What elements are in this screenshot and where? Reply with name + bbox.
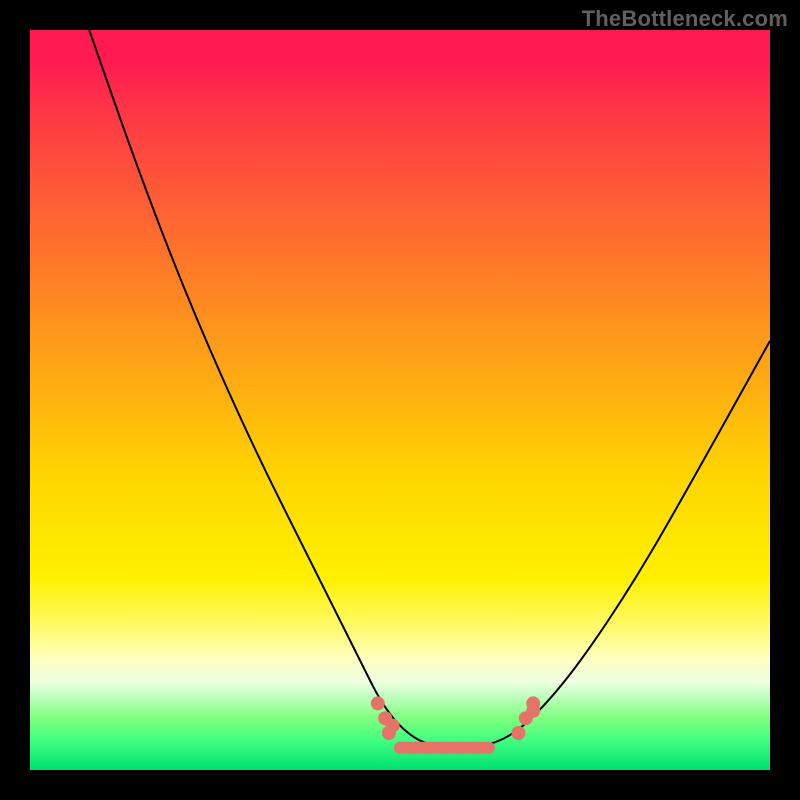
right-cluster-dot — [526, 696, 540, 710]
left-cluster-dot — [382, 726, 396, 740]
bottleneck-curve-path — [89, 30, 770, 748]
bottom-row-dot — [453, 742, 465, 754]
bottom-row-dot — [468, 742, 480, 754]
right-cluster-dot — [511, 726, 525, 740]
annotation-dots — [371, 696, 540, 753]
left-cluster-dot — [371, 696, 385, 710]
watermark-text: TheBottleneck.com — [582, 6, 788, 32]
bottleneck-curve — [89, 30, 770, 748]
bottom-row-dot — [424, 742, 436, 754]
chart-frame: TheBottleneck.com — [0, 0, 800, 800]
plot-area — [30, 30, 770, 770]
curve-layer — [30, 30, 770, 770]
bottom-row-dot — [483, 742, 495, 754]
bottom-row-dot — [409, 742, 421, 754]
bottom-row-dot — [394, 742, 406, 754]
bottom-row-dot — [438, 742, 450, 754]
